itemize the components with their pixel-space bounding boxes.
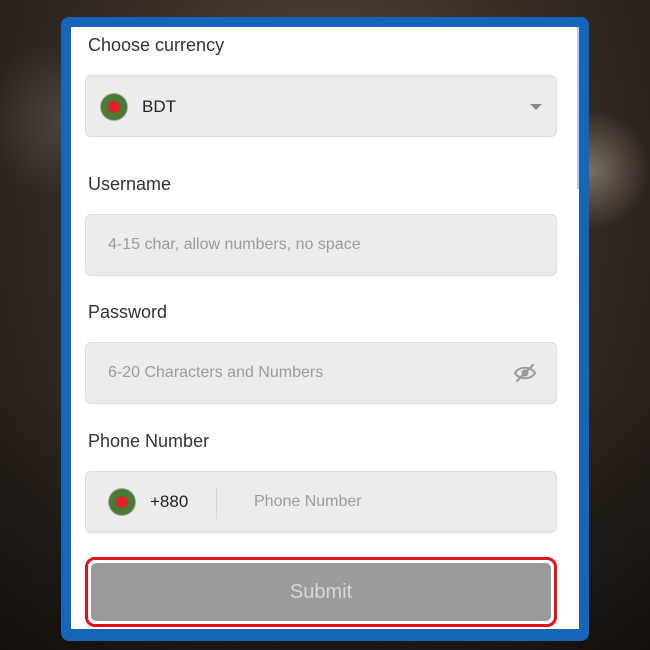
username-label: Username (88, 174, 172, 194)
password-label: Password (88, 302, 168, 322)
currency-selected-value: BDT (142, 97, 176, 116)
password-placeholder: 6-20 Characters and Numbers (108, 364, 324, 381)
currency-select[interactable]: BDT (85, 75, 557, 137)
currency-label: Choose currency (88, 35, 225, 55)
submit-highlight: Submit (85, 557, 557, 627)
scrollbar[interactable] (577, 27, 579, 189)
username-placeholder: 4-15 char, allow numbers, no space (108, 236, 361, 253)
eye-slash-icon[interactable] (514, 363, 536, 383)
registration-form: Choose currency BDT Username 4-15 char, … (71, 27, 579, 629)
bangladesh-flag-icon (100, 93, 128, 121)
bangladesh-flag-icon (108, 488, 136, 516)
phone-number-placeholder: Phone Number (254, 493, 362, 510)
divider (216, 487, 217, 519)
submit-button[interactable]: Submit (91, 563, 551, 621)
phone-input-group[interactable]: +880 Phone Number (85, 471, 557, 533)
phone-label: Phone Number (88, 431, 210, 451)
chevron-down-icon (530, 104, 542, 110)
password-input[interactable]: 6-20 Characters and Numbers (85, 342, 557, 404)
username-input[interactable]: 4-15 char, allow numbers, no space (85, 214, 557, 276)
country-code[interactable]: +880 (150, 492, 188, 512)
